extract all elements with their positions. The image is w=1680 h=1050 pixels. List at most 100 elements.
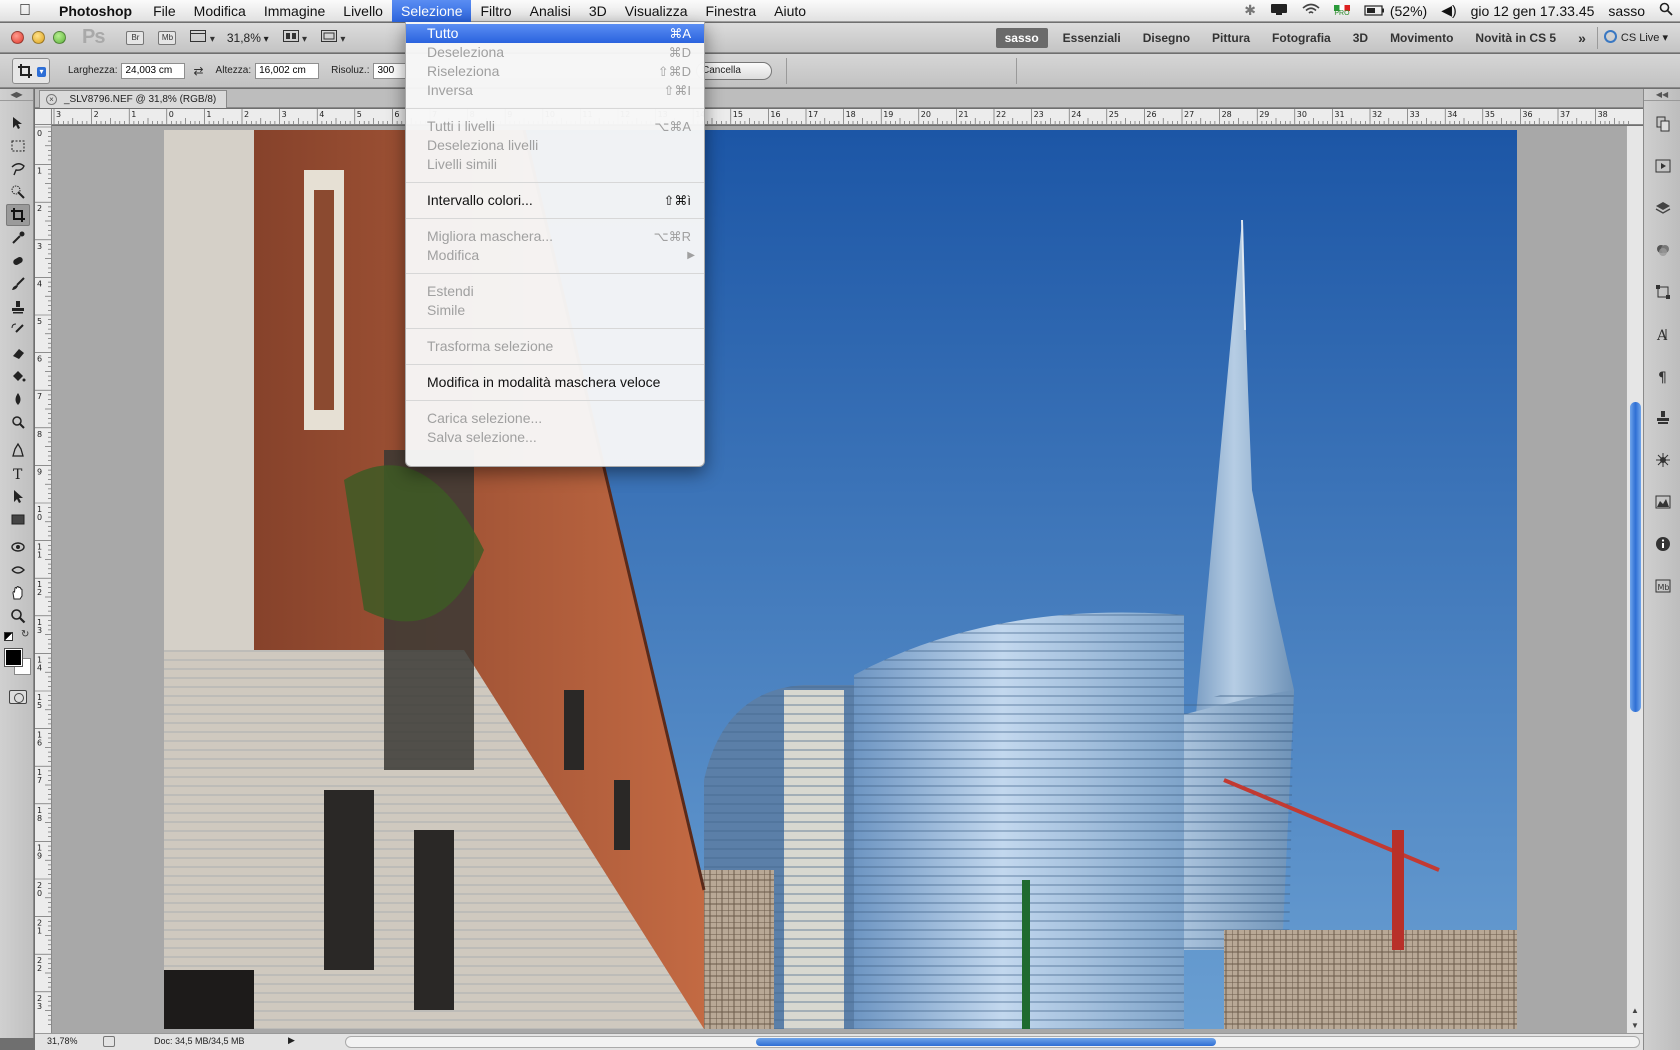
arrange-documents-dropdown[interactable]	[282, 30, 307, 45]
menu-item-deseleziona[interactable]: Deseleziona ⌘D	[406, 43, 704, 62]
menu-item-intervallo-colori[interactable]: Intervallo colori... ⇧⌘ì	[406, 191, 704, 210]
minibridge-panel-button[interactable]: Mb	[1652, 575, 1674, 597]
3d-orbit-tool[interactable]	[6, 559, 30, 581]
wifi-icon[interactable]	[1302, 3, 1320, 19]
menu-item-riseleziona[interactable]: Riseleziona ⇧⌘D	[406, 62, 704, 81]
histogram-panel-button[interactable]	[1652, 491, 1674, 513]
resolution-field[interactable]	[373, 62, 408, 79]
menu-aiuto[interactable]: Aiuto	[765, 0, 815, 22]
tool-preset-picker[interactable]: ▾	[12, 57, 50, 84]
menu-file[interactable]: File	[144, 0, 185, 22]
paragraph-panel-button[interactable]: ¶	[1652, 365, 1674, 387]
workspace-fotografia[interactable]: Fotografia	[1261, 23, 1342, 53]
document-photo[interactable]	[164, 130, 1517, 1029]
battery-status[interactable]: (52%)	[1364, 3, 1427, 19]
workspace-disegno[interactable]: Disegno	[1132, 23, 1201, 53]
horizontal-ruler[interactable]: 3210123456789101112131415161718192021222…	[52, 109, 1643, 125]
horizontal-scrollbar[interactable]	[345, 1036, 1640, 1048]
character-panel-button[interactable]: A	[1652, 323, 1674, 345]
menu-selezione[interactable]: Selezione	[391, 0, 472, 22]
menu-item-deseleziona-livelli[interactable]: Deseleziona livelli	[406, 136, 704, 155]
menu-filtro[interactable]: Filtro	[471, 0, 520, 22]
apple-icon[interactable]: 	[0, 2, 50, 20]
3d-rotate-tool[interactable]	[6, 536, 30, 558]
minibridge-button[interactable]: Mb	[158, 30, 177, 45]
width-field[interactable]	[121, 62, 186, 79]
menu-item-estendi[interactable]: Estendi	[406, 282, 704, 301]
channels-panel-button[interactable]	[1652, 239, 1674, 261]
document-tab[interactable]: × _SLV8796.NEF @ 31,8% (RGB/8)	[39, 90, 228, 108]
zoom-tool[interactable]	[6, 605, 30, 627]
height-field[interactable]	[255, 62, 320, 79]
dodge-tool[interactable]	[6, 411, 30, 433]
menu-app-photoshop[interactable]: Photoshop	[50, 0, 144, 22]
swap-dimensions-icon[interactable]: ⇄	[193, 64, 203, 78]
workspace-3d[interactable]: 3D	[1342, 23, 1379, 53]
crop-tool[interactable]	[6, 204, 30, 226]
menu-item-simile[interactable]: Simile	[406, 301, 704, 320]
default-colors-icon[interactable]	[4, 632, 13, 641]
scroll-down-icon[interactable]: ▼	[1631, 1021, 1639, 1030]
vertical-scroll-thumb[interactable]	[1630, 402, 1641, 712]
move-tool[interactable]	[6, 112, 30, 134]
menu-item-inversa[interactable]: Inversa ⇧⌘I	[406, 81, 704, 100]
more-workspaces-button[interactable]: »	[1567, 23, 1597, 53]
marquee-tool[interactable]	[6, 135, 30, 157]
expand-panels-icon[interactable]: ◀◀	[1644, 89, 1680, 101]
horizontal-scroll-thumb[interactable]	[756, 1038, 1216, 1046]
rectangle-tool[interactable]	[6, 508, 30, 530]
layers-panel-button[interactable]	[1652, 197, 1674, 219]
minimize-window-icon[interactable]	[32, 31, 45, 44]
quick-selection-tool[interactable]	[6, 181, 30, 203]
info-toggle-icon[interactable]	[103, 1036, 115, 1047]
volume-icon[interactable]: ◀︎)	[1441, 2, 1456, 19]
view-extras-dropdown[interactable]	[190, 30, 214, 45]
menu-modifica[interactable]: Modifica	[185, 0, 255, 22]
scroll-up-icon[interactable]: ▲	[1631, 1006, 1639, 1015]
menu-item-livelli-simili[interactable]: Livelli simili	[406, 155, 704, 174]
clone-stamp-tool[interactable]	[6, 296, 30, 318]
vertical-scrollbar[interactable]: ▲ ▼	[1626, 126, 1643, 1042]
brush-settings-panel-button[interactable]	[1652, 449, 1674, 471]
input-flag-icon[interactable]: PRO	[1333, 4, 1350, 17]
workspace-pittura[interactable]: Pittura	[1201, 23, 1261, 53]
workspace-sasso[interactable]: sasso	[995, 28, 1048, 48]
history-brush-tool[interactable]	[6, 319, 30, 341]
menu-analisi[interactable]: Analisi	[521, 0, 580, 22]
foreground-color-swatch[interactable]	[4, 648, 23, 667]
info-panel-button[interactable]	[1652, 533, 1674, 555]
ruler-origin[interactable]	[35, 109, 52, 125]
user-name[interactable]: sasso	[1608, 3, 1645, 19]
eyedropper-tool[interactable]	[6, 227, 30, 249]
menu-item-tutti-i-livelli[interactable]: Tutti i livelli ⌥⌘A	[406, 117, 704, 136]
menu-item-migliora-maschera[interactable]: Migliora maschera... ⌥⌘R	[406, 227, 704, 246]
close-window-icon[interactable]	[11, 31, 24, 44]
display-icon[interactable]	[1270, 3, 1288, 19]
close-icon[interactable]: ×	[46, 94, 57, 105]
spotlight-icon[interactable]	[1659, 2, 1673, 19]
clock[interactable]: gio 12 gen 17.33.45	[1471, 3, 1595, 19]
menu-3d[interactable]: 3D	[580, 0, 616, 22]
vertical-ruler[interactable]: 01234567891011121314151617181920212223	[35, 125, 52, 1042]
brush-tool[interactable]	[6, 273, 30, 295]
actions-panel-button[interactable]	[1652, 155, 1674, 177]
cancel-button[interactable]: Cancella	[696, 62, 772, 80]
menu-item-modifica-in-modalità-maschera-veloce[interactable]: Modifica in modalità maschera veloce	[406, 373, 704, 392]
menu-livello[interactable]: Livello	[334, 0, 392, 22]
clone-source-panel-button[interactable]	[1652, 407, 1674, 429]
menu-item-trasforma-selezione[interactable]: Trasforma selezione	[406, 337, 704, 356]
swap-colors-icon[interactable]: ↻	[21, 629, 29, 640]
screen-mode-dropdown[interactable]	[321, 30, 345, 45]
bridge-button[interactable]: Br	[126, 30, 145, 45]
status-menu-arrow-icon[interactable]: ▶	[288, 1035, 295, 1046]
menu-finestra[interactable]: Finestra	[697, 0, 766, 22]
bluetooth-icon[interactable]: ✱	[1244, 2, 1256, 19]
menu-item-tutto[interactable]: Tutto ⌘A	[406, 24, 704, 43]
lasso-tool[interactable]	[6, 158, 30, 180]
zoom-percentage[interactable]: 31,78%	[47, 1036, 78, 1046]
workspace-essenziali[interactable]: Essenziali	[1052, 23, 1132, 53]
zoom-window-icon[interactable]	[53, 31, 66, 44]
path-selection-tool[interactable]	[6, 485, 30, 507]
eraser-tool[interactable]	[6, 342, 30, 364]
quick-mask-icon[interactable]	[9, 690, 27, 704]
